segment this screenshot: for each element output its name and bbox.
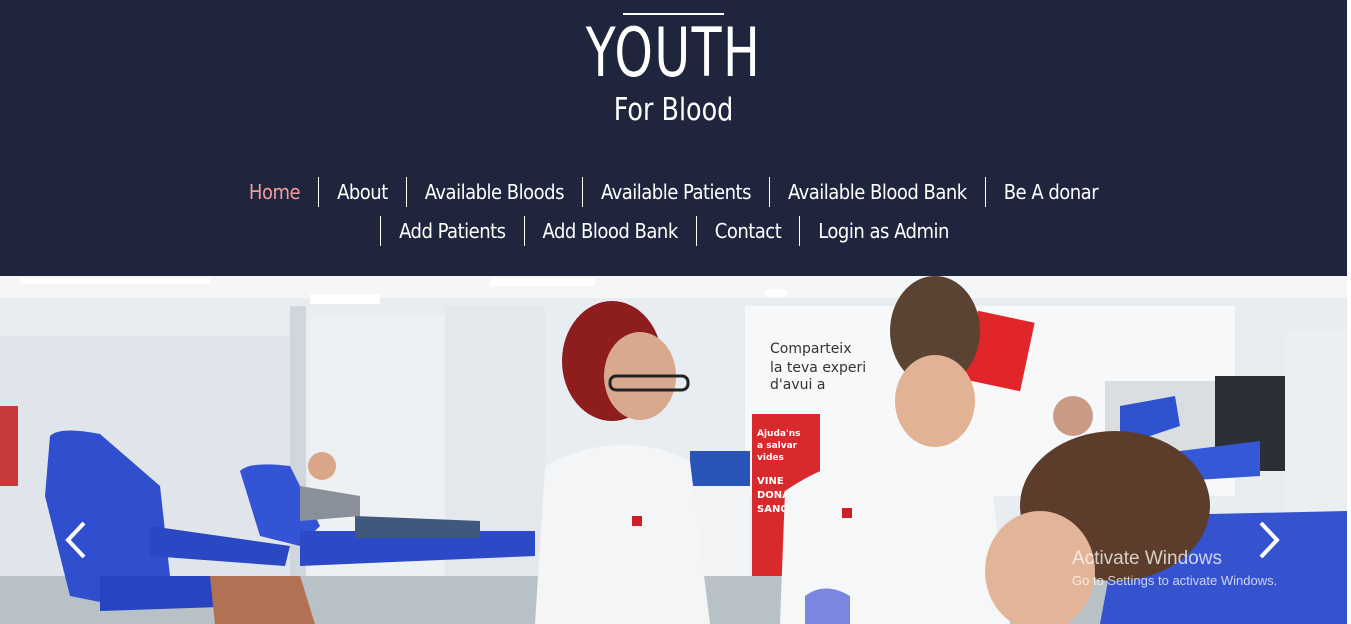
carousel-prev-button[interactable] [57, 520, 97, 560]
page-scrollbar[interactable] [1347, 0, 1351, 624]
svg-text:la teva experi: la teva experi [770, 360, 866, 376]
svg-text:vides: vides [757, 453, 784, 463]
nav-login-admin[interactable]: Login as Admin [799, 216, 967, 246]
nav-about[interactable]: About [318, 177, 406, 207]
nav-home[interactable]: Home [231, 177, 318, 207]
chevron-left-icon [65, 521, 86, 559]
svg-text:a salvar: a salvar [757, 441, 798, 451]
hero-carousel: Comparteix la teva experi d'avui a Ajuda… [0, 276, 1347, 624]
carousel-next-button[interactable] [1250, 520, 1290, 560]
nav-available-blood-bank[interactable]: Available Blood Bank [768, 177, 985, 207]
svg-text:d'avui a: d'avui a [770, 377, 825, 393]
nav-available-patients[interactable]: Available Patients [581, 177, 769, 207]
svg-text:Ajuda'ns: Ajuda'ns [757, 429, 801, 439]
nav-be-a-donar[interactable]: Be A donar [984, 177, 1116, 207]
nav-available-bloods[interactable]: Available Bloods [405, 177, 582, 207]
windows-activation-title: Activate Windows [1072, 548, 1222, 569]
windows-activation-subtitle: Go to Settings to activate Windows. [1072, 573, 1278, 588]
nav-add-patients[interactable]: Add Patients [380, 216, 523, 246]
nav-add-blood-bank[interactable]: Add Blood Bank [523, 216, 696, 246]
poster-text: Comparteix [770, 341, 851, 357]
svg-text:VINE: VINE [757, 476, 784, 487]
nav-contact[interactable]: Contact [695, 216, 800, 246]
hero-photo: Comparteix la teva experi d'avui a Ajuda… [0, 276, 1347, 624]
site-header: YOUTH For Blood Home About Available Blo… [0, 0, 1351, 276]
chevron-right-icon [1259, 521, 1280, 559]
svg-text:SANG: SANG [757, 504, 789, 515]
main-nav-row-1: Home About Available Bloods Available Pa… [0, 176, 1347, 208]
main-nav-row-2: Add Patients Add Blood Bank Contact Logi… [0, 215, 1347, 247]
brand-title[interactable]: YOUTH [189, 14, 1159, 94]
brand-subtitle[interactable]: For Blood [121, 88, 1226, 132]
